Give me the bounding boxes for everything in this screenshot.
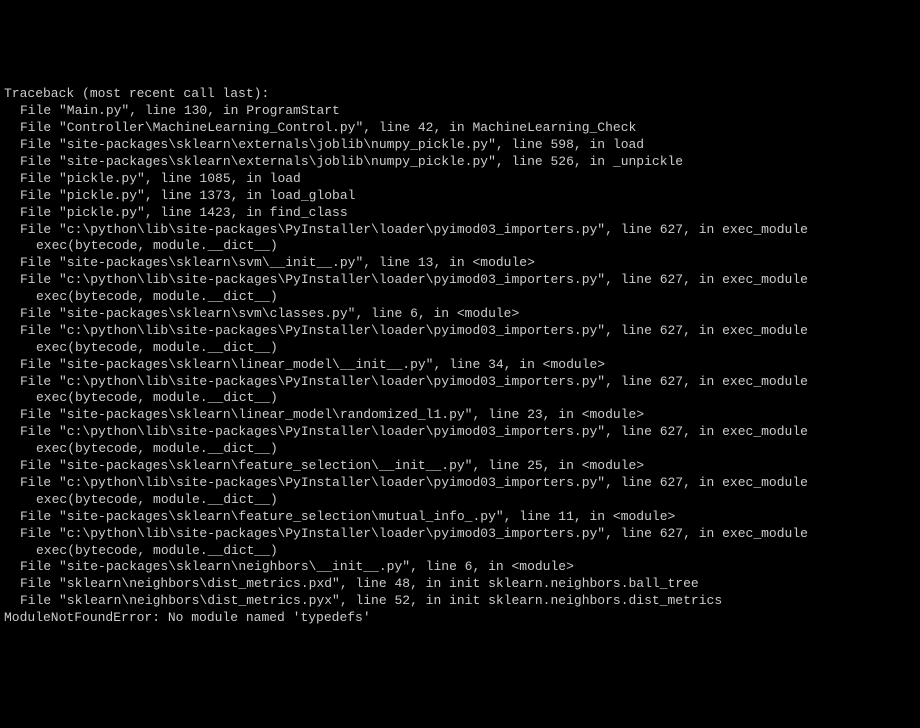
- traceback-frame: File "site-packages\sklearn\externals\jo…: [4, 137, 916, 154]
- traceback-frame: File "site-packages\sklearn\linear_model…: [4, 357, 916, 374]
- traceback-frame: File "site-packages\sklearn\feature_sele…: [4, 458, 916, 475]
- traceback-frame: File "Controller\MachineLearning_Control…: [4, 120, 916, 137]
- traceback-frame: File "site-packages\sklearn\neighbors\__…: [4, 559, 916, 576]
- traceback-frame: exec(bytecode, module.__dict__): [4, 441, 916, 458]
- traceback-frame: exec(bytecode, module.__dict__): [4, 340, 916, 357]
- traceback-frame: File "pickle.py", line 1423, in find_cla…: [4, 205, 916, 222]
- traceback-frame: File "site-packages\sklearn\svm\__init__…: [4, 255, 916, 272]
- traceback-frame: File "site-packages\sklearn\linear_model…: [4, 407, 916, 424]
- traceback-frame: exec(bytecode, module.__dict__): [4, 289, 916, 306]
- traceback-frame: File "c:\python\lib\site-packages\PyInst…: [4, 374, 916, 391]
- traceback-frame: File "site-packages\sklearn\svm\classes.…: [4, 306, 916, 323]
- traceback-frame: File "sklearn\neighbors\dist_metrics.pxd…: [4, 576, 916, 593]
- traceback-frame: File "c:\python\lib\site-packages\PyInst…: [4, 526, 916, 543]
- traceback-header: Traceback (most recent call last):: [4, 86, 916, 103]
- traceback-frame: exec(bytecode, module.__dict__): [4, 238, 916, 255]
- traceback-frame: File "site-packages\sklearn\externals\jo…: [4, 154, 916, 171]
- traceback-frame: File "pickle.py", line 1085, in load: [4, 171, 916, 188]
- traceback-frame: File "c:\python\lib\site-packages\PyInst…: [4, 222, 916, 239]
- traceback-frame: File "c:\python\lib\site-packages\PyInst…: [4, 475, 916, 492]
- traceback-frame: exec(bytecode, module.__dict__): [4, 390, 916, 407]
- traceback-frame: File "sklearn\neighbors\dist_metrics.pyx…: [4, 593, 916, 610]
- traceback-frame: exec(bytecode, module.__dict__): [4, 492, 916, 509]
- traceback-frame: File "Main.py", line 130, in ProgramStar…: [4, 103, 916, 120]
- traceback-frame: File "c:\python\lib\site-packages\PyInst…: [4, 323, 916, 340]
- traceback-frame: File "c:\python\lib\site-packages\PyInst…: [4, 424, 916, 441]
- traceback-frame: File "pickle.py", line 1373, in load_glo…: [4, 188, 916, 205]
- terminal-output: Traceback (most recent call last):File "…: [4, 70, 916, 644]
- traceback-frame: exec(bytecode, module.__dict__): [4, 543, 916, 560]
- traceback-frame: File "site-packages\sklearn\feature_sele…: [4, 509, 916, 526]
- error-message: ModuleNotFoundError: No module named 'ty…: [4, 610, 916, 627]
- traceback-frame: File "c:\python\lib\site-packages\PyInst…: [4, 272, 916, 289]
